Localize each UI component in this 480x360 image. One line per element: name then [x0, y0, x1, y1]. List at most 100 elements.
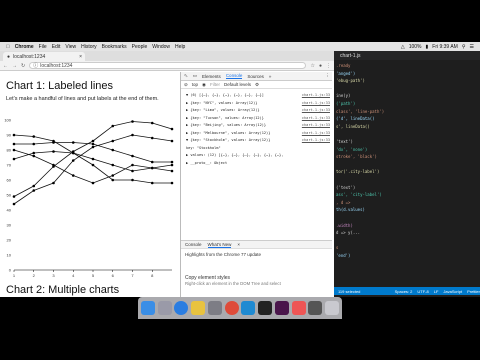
eye-icon[interactable]: ◉: [202, 82, 206, 88]
battery-text[interactable]: 100%: [409, 44, 422, 50]
data-point: [32, 189, 36, 192]
data-point: [170, 160, 174, 164]
console-source-link[interactable]: chart-1.js:33: [302, 116, 330, 120]
console-row[interactable]: ▶ {key: "Beijing", values: Array(12)} cha…: [186, 123, 332, 129]
code-line: 'dx', 'none'): [336, 146, 368, 152]
status-item[interactable]: JavaScript: [443, 289, 462, 294]
launchpad-icon[interactable]: [157, 301, 172, 315]
console-row[interactable]: ▼ {key: "Stockholm", values: Array(12)} c…: [186, 138, 332, 144]
address-bar[interactable]: ⓘ localhost:1234: [29, 62, 307, 69]
close-tab-icon[interactable]: ×: [79, 54, 85, 60]
console-source-link[interactable]: chart-1.js:33: [302, 101, 330, 105]
trash-icon[interactable]: [325, 301, 340, 315]
chrome-icon[interactable]: [224, 301, 239, 315]
console-row[interactable]: ▶ __proto__: Object: [186, 161, 332, 167]
whats-new-item[interactable]: Copy element styles Right-click an eleme…: [185, 275, 327, 286]
terminal-icon[interactable]: [258, 301, 273, 315]
data-point: [52, 150, 55, 153]
console-row-text: ▶ {key: "Tucson", values: Array(12)}: [186, 115, 264, 120]
close-drawer-icon[interactable]: ×: [237, 242, 240, 247]
menu-file[interactable]: File: [39, 44, 47, 50]
tab-console[interactable]: Console: [225, 73, 243, 79]
search-icon[interactable]: ⚲: [462, 44, 466, 50]
drawer-tab-whats-new[interactable]: What's New: [207, 242, 232, 248]
data-point: [170, 181, 174, 185]
data-point: [170, 163, 174, 167]
filter-input[interactable]: Filter: [210, 82, 220, 87]
x-tick-label: 6: [112, 273, 115, 278]
menu-edit[interactable]: Edit: [52, 44, 61, 50]
context-select[interactable]: top: [192, 82, 198, 87]
status-item[interactable]: 119 selected: [338, 289, 360, 294]
data-point: [111, 163, 115, 167]
finder-icon[interactable]: [140, 301, 155, 315]
app-icon[interactable]: [291, 301, 306, 315]
safari-icon[interactable]: [174, 301, 189, 315]
data-point: [111, 174, 115, 177]
menu-window[interactable]: Window: [152, 44, 170, 50]
section-heading: Chart 2: Multiple charts: [6, 284, 120, 296]
status-item[interactable]: Prettier: [467, 289, 480, 294]
apple-icon[interactable]: : [6, 44, 10, 50]
editor-tab[interactable]: chart-1.js: [334, 51, 480, 60]
devtools-menu-icon[interactable]: ⋮: [326, 73, 333, 79]
menu-chrome[interactable]: Chrome: [15, 44, 34, 50]
inspect-icon[interactable]: ⬁: [184, 73, 188, 79]
wifi-icon[interactable]: △: [401, 44, 405, 50]
status-item[interactable]: UTF-8: [417, 289, 428, 294]
tab-title: localhost:1234: [13, 53, 46, 60]
clock[interactable]: Fri 9:39 AM: [432, 44, 458, 50]
console-source-link[interactable]: chart-1.js:33: [302, 138, 330, 142]
console-row[interactable]: ▶ {key: "Melbourne", values: Array(12)} c…: [186, 131, 332, 137]
drawer-tab-console[interactable]: Console: [185, 242, 202, 247]
code-line: d => y(...: [336, 230, 361, 236]
console-source-link[interactable]: chart-1.js:33: [302, 123, 330, 127]
menu-help[interactable]: Help: [175, 44, 185, 50]
y-tick-label: 70: [7, 162, 12, 167]
system-preferences-icon[interactable]: [207, 301, 222, 315]
console-source-link[interactable]: chart-1.js:33: [302, 131, 330, 135]
menu-bookmarks[interactable]: Bookmarks: [102, 44, 127, 50]
vscode-icon[interactable]: [241, 301, 256, 315]
camera-icon[interactable]: [308, 301, 323, 315]
menu-history[interactable]: History: [81, 44, 97, 50]
slack-icon[interactable]: [274, 301, 289, 315]
console-source-link[interactable]: chart-1.js:33: [302, 93, 330, 97]
more-icon[interactable]: ⋮: [326, 63, 331, 69]
status-item[interactable]: LF: [434, 289, 439, 294]
status-item[interactable]: Spaces: 2: [395, 289, 413, 294]
more-tabs-icon[interactable]: »: [269, 74, 272, 79]
console-row[interactable]: ▶ {key: "Lima", values: Array(12)} chart-…: [186, 108, 332, 114]
clear-console-icon[interactable]: ⊘: [184, 82, 188, 88]
battery-icon[interactable]: ▮: [426, 44, 429, 50]
data-point: [91, 145, 95, 149]
profile-icon[interactable]: ●: [319, 63, 322, 69]
console-row[interactable]: ▶ {key: "Tucson", values: Array(12)} char…: [186, 116, 332, 122]
bookmark-star-icon[interactable]: ☆: [310, 63, 314, 69]
code-line: stroke', 'black'): [336, 154, 377, 160]
settings-gear-icon[interactable]: ⚙: [255, 82, 259, 88]
console-row[interactable]: ▶ values: (12) [{…}, {…}, {…}, {…}, {…},…: [186, 153, 332, 159]
console-row-text: ▼ {key: "Stockholm", values: Array(12)}: [186, 138, 271, 142]
code-line: .ready: [336, 63, 351, 68]
data-point: [52, 139, 55, 143]
forward-icon[interactable]: →: [12, 63, 17, 69]
y-tick-label: 90: [7, 132, 12, 137]
level-select[interactable]: Default levels: [224, 82, 251, 87]
browser-tab[interactable]: ● localhost:1234 ×: [3, 52, 85, 61]
console-row[interactable]: key: "Stockholm": [186, 146, 332, 152]
photos-icon[interactable]: [191, 301, 206, 315]
code-line: , d =>: [336, 199, 351, 205]
menu-people[interactable]: People: [132, 44, 148, 50]
menu-list-icon[interactable]: ☰: [470, 44, 474, 50]
data-point: [91, 139, 95, 143]
console-source-link[interactable]: chart-1.js:33: [302, 108, 330, 112]
tab-sources[interactable]: Sources: [247, 74, 264, 79]
reload-icon[interactable]: ↻: [21, 63, 25, 69]
tab-elements[interactable]: Elements: [202, 74, 221, 79]
menu-view[interactable]: View: [65, 44, 76, 50]
console-row[interactable]: ▼ (6) [{…}, {…}, {…}, {…}, {…}, {…}] char…: [186, 93, 332, 99]
console-row[interactable]: ▶ {key: "NYC", values: Array(12)} chart-1…: [186, 101, 332, 107]
device-toggle-icon[interactable]: ▭: [193, 73, 197, 79]
back-icon[interactable]: ←: [3, 63, 8, 69]
